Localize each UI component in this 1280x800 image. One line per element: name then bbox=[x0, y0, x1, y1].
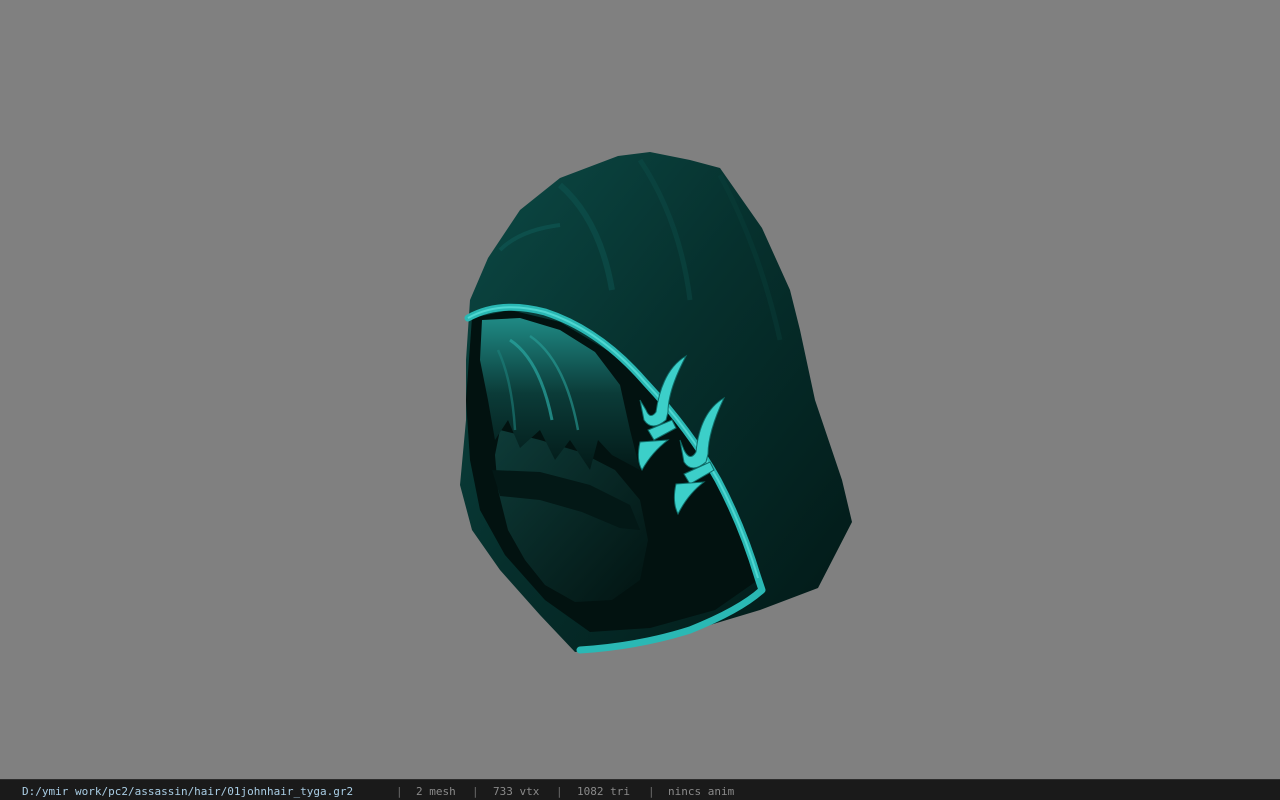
vertex-count: 733 vtx bbox=[493, 785, 540, 798]
triangle-count: 1082 tri bbox=[577, 785, 630, 798]
animation-status: nincs anim bbox=[668, 785, 735, 798]
separator: | bbox=[396, 785, 403, 798]
separator: | bbox=[648, 785, 655, 798]
3d-viewport[interactable] bbox=[0, 0, 1280, 779]
file-path: D:/ymir work/pc2/assassin/hair/01johnhai… bbox=[22, 785, 354, 798]
separator: | bbox=[556, 785, 563, 798]
mesh-count: 2 mesh bbox=[416, 785, 456, 798]
model-render bbox=[460, 152, 852, 654]
separator: | bbox=[472, 785, 479, 798]
status-bar: D:/ymir work/pc2/assassin/hair/01johnhai… bbox=[0, 779, 1280, 800]
